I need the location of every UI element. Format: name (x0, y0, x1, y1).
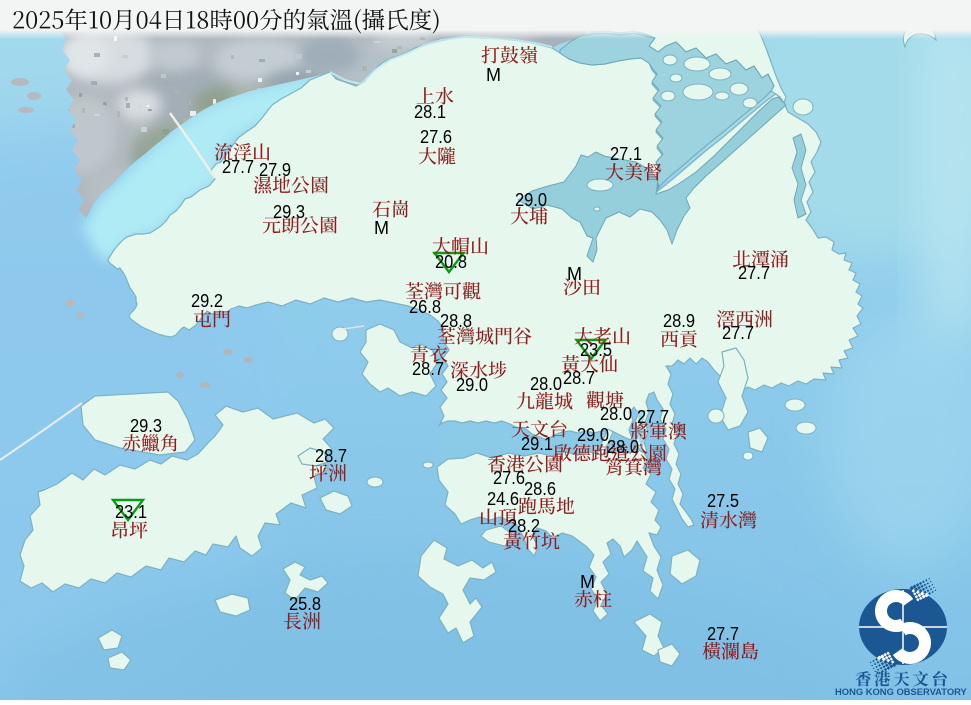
svg-text:27.7: 27.7 (738, 262, 770, 283)
svg-text:29.0: 29.0 (515, 189, 547, 210)
svg-text:27.5: 27.5 (707, 490, 739, 511)
svg-text:28.9: 28.9 (663, 310, 695, 331)
svg-text:27.6: 27.6 (493, 467, 525, 488)
svg-text:HONG KONG OBSERVATORY: HONG KONG OBSERVATORY (835, 686, 968, 697)
svg-text:27.7: 27.7 (637, 406, 669, 427)
svg-text:23.5: 23.5 (580, 339, 612, 360)
svg-text:M: M (486, 65, 501, 85)
svg-text:29.0: 29.0 (456, 374, 488, 395)
svg-text:M: M (580, 572, 595, 592)
svg-text:20.8: 20.8 (435, 251, 467, 272)
svg-text:27.7: 27.7 (707, 623, 739, 644)
svg-text:29.2: 29.2 (191, 290, 223, 311)
svg-text:27.7: 27.7 (722, 322, 754, 343)
svg-text:28.7: 28.7 (412, 358, 444, 379)
svg-text:28.2: 28.2 (508, 515, 540, 536)
svg-text:29.3: 29.3 (130, 415, 162, 436)
svg-text:24.6: 24.6 (487, 488, 519, 509)
svg-text:29.0: 29.0 (577, 424, 609, 445)
svg-text:28.0: 28.0 (530, 373, 562, 394)
svg-text:28.8: 28.8 (440, 310, 472, 331)
svg-text:M: M (567, 264, 582, 284)
svg-text:28.7: 28.7 (315, 445, 347, 466)
svg-text:27.1: 27.1 (610, 143, 642, 164)
svg-text:28.6: 28.6 (524, 478, 556, 499)
svg-text:27.7: 27.7 (222, 156, 254, 177)
svg-text:26.8: 26.8 (409, 296, 441, 317)
svg-text:29.1: 29.1 (521, 433, 553, 454)
svg-text:25.8: 25.8 (289, 593, 321, 614)
svg-text:29.3: 29.3 (273, 201, 305, 222)
svg-text:28.0: 28.0 (600, 403, 632, 424)
svg-text:28.7: 28.7 (563, 367, 595, 388)
svg-text:M: M (374, 218, 389, 238)
svg-text:23.1: 23.1 (115, 501, 147, 522)
svg-text:27.9: 27.9 (259, 159, 291, 180)
svg-text:28.1: 28.1 (414, 101, 446, 122)
svg-text:28.0: 28.0 (607, 436, 639, 457)
svg-text:27.6: 27.6 (420, 126, 452, 147)
